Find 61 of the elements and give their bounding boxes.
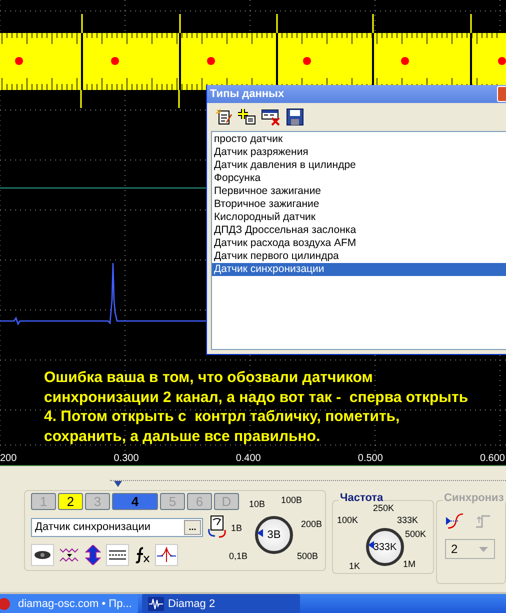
axis-label: 0.500: [358, 452, 383, 465]
marker-dot: [498, 57, 506, 65]
marker-dot: [207, 57, 215, 65]
scale-label: 1K: [349, 561, 360, 571]
axis-label: 0.600: [480, 452, 505, 465]
list-item[interactable]: Первичное зажигание: [212, 185, 506, 198]
marker-dot: [111, 57, 119, 65]
window-title: Типы данных: [210, 88, 284, 100]
list-item[interactable]: просто датчик: [212, 133, 506, 146]
dropdown-arrow-icon: [479, 546, 488, 552]
axis-label: 200: [0, 452, 17, 465]
save-icon[interactable]: [286, 108, 304, 126]
vertical-arrows-icon[interactable]: [85, 545, 101, 565]
browse-button[interactable]: ...: [184, 520, 201, 534]
axis-label: 0.300: [114, 452, 139, 465]
list-item[interactable]: Датчик разряжения: [212, 146, 506, 159]
waveform-icon: [148, 596, 164, 610]
scale-label: 1В: [231, 523, 242, 533]
scale-label: 0,1В: [229, 551, 248, 561]
scale-label: 100K: [337, 515, 358, 525]
taskbar-button[interactable]: Diamag 2: [142, 594, 300, 613]
taskbar-button[interactable]: diamag-osc.com • Пр...: [0, 594, 138, 613]
scale-label: 250K: [373, 503, 394, 513]
scale-label: 10В: [249, 499, 266, 509]
scale-label: 200В: [301, 519, 322, 529]
list-item[interactable]: ДПДЗ Дроссельная заслонка: [212, 224, 506, 237]
sync-channel-dropdown[interactable]: 2: [445, 539, 495, 559]
list-item[interactable]: Датчик первого цилиндра: [212, 250, 506, 263]
meter-refresh-icon[interactable]: [206, 515, 228, 539]
voltage-knob[interactable]: 3В: [255, 516, 293, 554]
list-item[interactable]: Датчик давления в цилиндре: [212, 159, 506, 172]
list-item[interactable]: Вторичное зажигание: [212, 198, 506, 211]
marker-dot: [401, 57, 409, 65]
sensor-type-field[interactable]: Датчик синхронизации ...: [31, 518, 203, 536]
marker-dot: [15, 57, 23, 65]
scale-label: 500K: [405, 529, 426, 539]
scale-label: 1M: [403, 559, 416, 569]
list-item[interactable]: Кислородный датчик: [212, 211, 506, 224]
group-title: Синхрониз: [443, 492, 505, 504]
axis-label: 0.400: [236, 452, 261, 465]
list-item[interactable]: Датчик синхронизации: [212, 263, 506, 276]
annotation-text: Ошибка ваша в том, что обозвали датчиком синхронизации 2 канал, а надо вот так - сперва открыть 4. Потом открыть с контрл табличку, пометить, сохранить, а дальше все правильно.: [44, 368, 470, 446]
marker-dot: [303, 57, 311, 65]
group-title: Частота: [339, 492, 384, 504]
frequency-knob[interactable]: 333K: [366, 528, 404, 566]
scale-label: 333K: [397, 515, 418, 525]
add-item-icon[interactable]: [238, 108, 256, 126]
collapse-icon[interactable]: [114, 481, 122, 487]
eye-icon[interactable]: [31, 544, 54, 566]
channel-tab[interactable]: 2: [58, 493, 83, 510]
list-item[interactable]: Датчик расхода воздуха AFM: [212, 237, 506, 250]
scale-label: 100В: [281, 495, 302, 505]
spike-arrows-icon[interactable]: [155, 544, 178, 566]
list-item[interactable]: Форсунка: [212, 172, 506, 185]
rising-edge-icon[interactable]: [445, 511, 465, 531]
lines-icon[interactable]: [106, 544, 129, 566]
channel-tab[interactable]: 4: [112, 493, 158, 510]
function-icon[interactable]: [134, 545, 150, 565]
new-document-icon[interactable]: [215, 108, 233, 126]
scale-label: 500В: [297, 551, 318, 561]
delete-item-icon[interactable]: [261, 108, 281, 126]
